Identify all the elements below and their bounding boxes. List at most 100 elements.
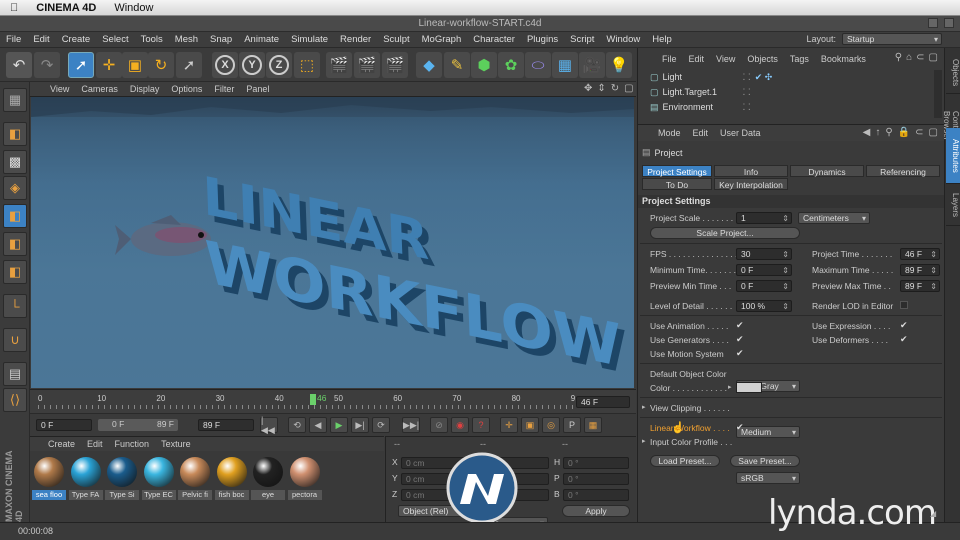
maximize-icon[interactable]: ▢: [624, 83, 633, 94]
material-menu-create[interactable]: Create: [48, 439, 75, 449]
layout-dropdown[interactable]: Startup: [842, 33, 942, 45]
workplane-grid-icon[interactable]: ▤: [3, 362, 27, 386]
floor-icon[interactable]: ▦: [552, 52, 578, 78]
menu-help[interactable]: Help: [652, 34, 672, 45]
material-item[interactable]: Type Si: [105, 457, 139, 500]
go-to-start-icon[interactable]: |◀◀: [260, 415, 278, 435]
link-attr-icon[interactable]: ⊂: [915, 127, 923, 138]
min-time-field[interactable]: 0 F: [736, 264, 792, 276]
use-generators-checkbox[interactable]: ✔: [736, 335, 745, 344]
timeline-ruler[interactable]: 0 10 20 30 40 50 60 70 80 9 46 46 F: [30, 389, 636, 413]
viewport-menu-display[interactable]: Display: [130, 84, 160, 94]
deformer-icon[interactable]: ⬭: [525, 52, 551, 78]
max-time-field[interactable]: 89 F: [900, 264, 940, 276]
pla-key-icon[interactable]: ▦: [584, 417, 602, 433]
y-axis-button[interactable]: Y: [239, 52, 265, 78]
object-row[interactable]: ▤ Environment ⁚ ⁚: [638, 100, 938, 114]
expand-arrow-icon[interactable]: ▸: [728, 383, 732, 391]
edges-mode-icon[interactable]: ◧: [3, 232, 27, 256]
material-item[interactable]: pectora: [287, 457, 322, 500]
material-item[interactable]: eye: [251, 457, 285, 500]
search-icon[interactable]: ⚲: [895, 52, 902, 63]
rotate-view-icon[interactable]: ↻: [611, 83, 619, 94]
viewport-menu-cameras[interactable]: Cameras: [81, 84, 118, 94]
tab-to-do[interactable]: To Do: [642, 178, 712, 190]
material-item[interactable]: sea floo: [32, 457, 66, 500]
menu-sculpt[interactable]: Sculpt: [383, 34, 409, 45]
attribute-menu-mode[interactable]: Mode: [658, 128, 681, 138]
viewport-menu-panel[interactable]: Panel: [246, 84, 269, 94]
position-key-icon[interactable]: ✛: [500, 417, 518, 433]
next-frame-icon[interactable]: ▶|: [351, 417, 369, 433]
end-frame-field[interactable]: 89 F: [198, 419, 254, 431]
keyframe-selection-icon[interactable]: ?: [472, 417, 490, 433]
input-profile-expand-icon[interactable]: ▸: [642, 437, 646, 445]
object-menu-objects[interactable]: Objects: [747, 54, 778, 64]
use-motion-checkbox[interactable]: ✔: [736, 349, 745, 358]
menu-character[interactable]: Character: [473, 34, 515, 45]
coord-value-field[interactable]: 0 °: [563, 473, 629, 485]
project-time-field[interactable]: 46 F: [900, 248, 940, 260]
object-menu-tags[interactable]: Tags: [790, 54, 809, 64]
lock-icon[interactable]: 🔒: [898, 127, 910, 138]
recent-tool-icon[interactable]: ➚: [176, 52, 202, 78]
menu-script[interactable]: Script: [570, 34, 594, 45]
menu-file[interactable]: File: [6, 34, 21, 45]
dolly-icon[interactable]: ⇕: [597, 83, 605, 94]
load-preset-button[interactable]: Load Preset...: [650, 455, 720, 467]
menu-snap[interactable]: Snap: [210, 34, 232, 45]
workplane-icon[interactable]: ◈: [3, 176, 27, 200]
use-expression-checkbox[interactable]: ✔: [900, 321, 909, 330]
view-clipping-expand-icon[interactable]: ▸: [642, 403, 646, 411]
object-menu-bookmarks[interactable]: Bookmarks: [821, 54, 866, 64]
menu-select[interactable]: Select: [102, 34, 128, 45]
menu-create[interactable]: Create: [62, 34, 91, 45]
parameter-key-icon[interactable]: P: [563, 417, 581, 433]
color-swatch[interactable]: [736, 382, 762, 393]
new-window-icon[interactable]: ▢: [929, 52, 938, 63]
coordinate-system-icon[interactable]: ⬚: [294, 52, 320, 78]
object-menu-view[interactable]: View: [716, 54, 735, 64]
lock-workplane-icon[interactable]: ⟨⟩: [3, 388, 27, 412]
current-frame-field[interactable]: 46 F: [576, 396, 630, 408]
previous-key-icon[interactable]: ⟲: [288, 417, 306, 433]
attribute-menu-edit[interactable]: Edit: [693, 128, 709, 138]
lod-field[interactable]: 100 %: [736, 300, 792, 312]
material-item[interactable]: fish boc: [214, 457, 249, 500]
range-slider[interactable]: 0 F 89 F: [98, 419, 178, 431]
go-to-end-icon[interactable]: ▶▶|: [402, 417, 420, 433]
menu-render[interactable]: Render: [340, 34, 371, 45]
render-lod-checkbox[interactable]: [900, 301, 908, 309]
menu-window[interactable]: Window: [606, 34, 640, 45]
material-menu-function[interactable]: Function: [115, 439, 150, 449]
light-icon[interactable]: 💡: [606, 52, 632, 78]
menu-animate[interactable]: Animate: [244, 34, 279, 45]
save-preset-button[interactable]: Save Preset...: [730, 455, 800, 467]
target-tag-icon[interactable]: ✔ ✣: [755, 72, 773, 83]
tab-referencing[interactable]: Referencing: [866, 165, 940, 177]
object-menu-edit[interactable]: Edit: [689, 54, 705, 64]
linear-workflow-checkbox[interactable]: ✔: [736, 423, 745, 432]
spline-pen-icon[interactable]: ✎: [444, 52, 470, 78]
object-menu-file[interactable]: File: [662, 54, 677, 64]
render-picture-viewer-icon[interactable]: 🎬: [354, 52, 380, 78]
material-menu-edit[interactable]: Edit: [87, 439, 103, 449]
live-selection-icon[interactable]: ➚: [68, 52, 94, 78]
render-settings-icon[interactable]: 🎬: [382, 52, 408, 78]
record-keys-icon[interactable]: ⊘: [430, 417, 448, 433]
visibility-dots-icon[interactable]: ⁚ ⁚: [743, 72, 751, 83]
previous-frame-icon[interactable]: ◀: [309, 417, 327, 433]
rotate-icon[interactable]: ↻: [148, 52, 174, 78]
menu-simulate[interactable]: Simulate: [291, 34, 328, 45]
texture-mode-icon[interactable]: ▩: [3, 150, 27, 174]
vtab-attributes[interactable]: Attributes: [946, 128, 960, 184]
model-mode-icon[interactable]: ◧: [3, 122, 27, 146]
snap-magnet-icon[interactable]: ∪: [3, 328, 27, 352]
menu-plugins[interactable]: Plugins: [527, 34, 558, 45]
autokey-icon[interactable]: ◉: [451, 417, 469, 433]
up-arrow-icon[interactable]: ↑: [875, 127, 880, 138]
viewport-menu-view[interactable]: View: [50, 84, 69, 94]
preview-max-field[interactable]: 89 F: [900, 280, 940, 292]
x-axis-button[interactable]: X: [212, 52, 238, 78]
menu-mograph[interactable]: MoGraph: [422, 34, 462, 45]
